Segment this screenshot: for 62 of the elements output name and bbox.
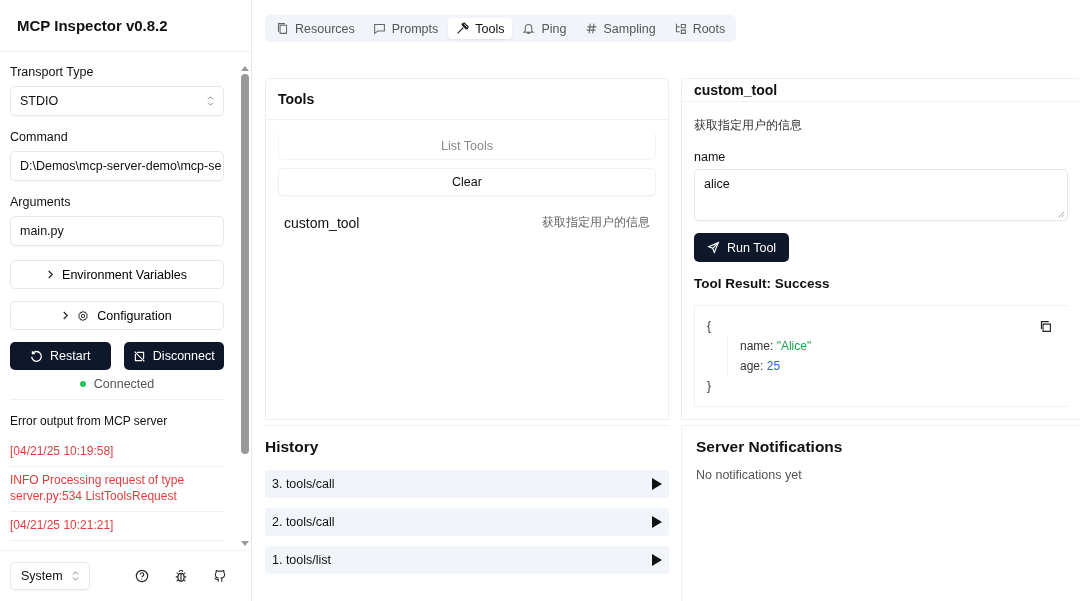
tab[interactable]: Resources	[268, 18, 363, 39]
bug-icon[interactable]	[174, 569, 188, 583]
unplug-icon	[132, 349, 146, 363]
hammer-icon	[456, 22, 470, 35]
log-line: [04/21/25 10:21:21]	[10, 512, 224, 541]
panel-title: Tools	[278, 91, 315, 107]
section-title: History	[265, 438, 320, 456]
history-item[interactable]: 2. tools/call	[265, 508, 669, 536]
panel-title: custom_tool	[694, 82, 778, 98]
action-button[interactable]: Disconnect	[123, 342, 224, 370]
code-text: }	[707, 378, 711, 395]
code-line: name: "Alice"	[740, 338, 812, 355]
field-label: Transport Type	[10, 65, 95, 79]
restart-icon	[30, 349, 44, 363]
play-icon	[652, 478, 662, 490]
text-area[interactable]: alice	[694, 169, 1068, 221]
app-title: MCP Inspector v0.8.2	[17, 17, 168, 34]
field-label: Arguments	[10, 195, 72, 209]
action-button[interactable]: Restart	[10, 342, 111, 370]
panel-button[interactable]: Clear	[278, 168, 656, 196]
play-icon	[652, 554, 662, 566]
code-line: age: 25	[740, 358, 781, 375]
tool-description: 获取指定用户的信息	[694, 117, 803, 134]
help-icon[interactable]	[135, 569, 149, 583]
tool-list-item[interactable]: custom_tool 获取指定用户的信息	[278, 204, 656, 241]
gear-icon	[77, 309, 90, 322]
bell-icon	[522, 22, 536, 35]
select-field[interactable]: STDIO	[10, 86, 224, 116]
param-label: name	[694, 150, 727, 164]
github-icon[interactable]	[213, 569, 227, 583]
section-toggle[interactable]: Configuration	[10, 301, 224, 330]
chat-icon	[372, 22, 386, 35]
tab[interactable]: Roots	[665, 18, 734, 39]
status-text: Connected	[93, 377, 155, 391]
tree-icon	[673, 22, 687, 35]
section-title: Error output from MCP server	[10, 413, 169, 430]
theme-select[interactable]: System	[10, 562, 90, 590]
chevron-updown-icon	[72, 571, 79, 581]
field-label: Command	[10, 130, 69, 144]
tab[interactable]: Sampling	[576, 18, 664, 39]
input-field[interactable]: D:\Demos\mcp-server-demo\mcp-se	[10, 151, 224, 181]
tab[interactable]: Tools	[448, 18, 513, 39]
section-toggle[interactable]: Environment Variables	[10, 260, 224, 289]
play-icon	[652, 516, 662, 528]
result-title: Tool Result: Success	[694, 276, 831, 291]
log-line: INFO Processing request of type server.py:534 ListToolsRequest	[10, 467, 224, 512]
empty-message: No notifications yet	[696, 468, 803, 482]
files-icon	[276, 22, 289, 35]
section-title: Server Notifications	[696, 438, 844, 456]
code-text: {	[707, 318, 711, 335]
hash-icon	[584, 22, 598, 35]
tab[interactable]: Prompts	[364, 18, 447, 39]
send-icon	[707, 241, 720, 254]
log-line: [04/21/25 10:19:58]	[10, 438, 224, 467]
resize-grip-icon	[1058, 211, 1065, 218]
input-field[interactable]: main.py	[10, 216, 224, 246]
history-item[interactable]: 1. tools/list	[265, 546, 669, 574]
copy-icon[interactable]	[1039, 320, 1052, 333]
tab[interactable]: Ping	[514, 18, 575, 39]
run-tool-button[interactable]: Run Tool	[694, 233, 790, 262]
history-item[interactable]: 3. tools/call	[265, 470, 669, 498]
chevron-updown-icon	[207, 96, 214, 106]
